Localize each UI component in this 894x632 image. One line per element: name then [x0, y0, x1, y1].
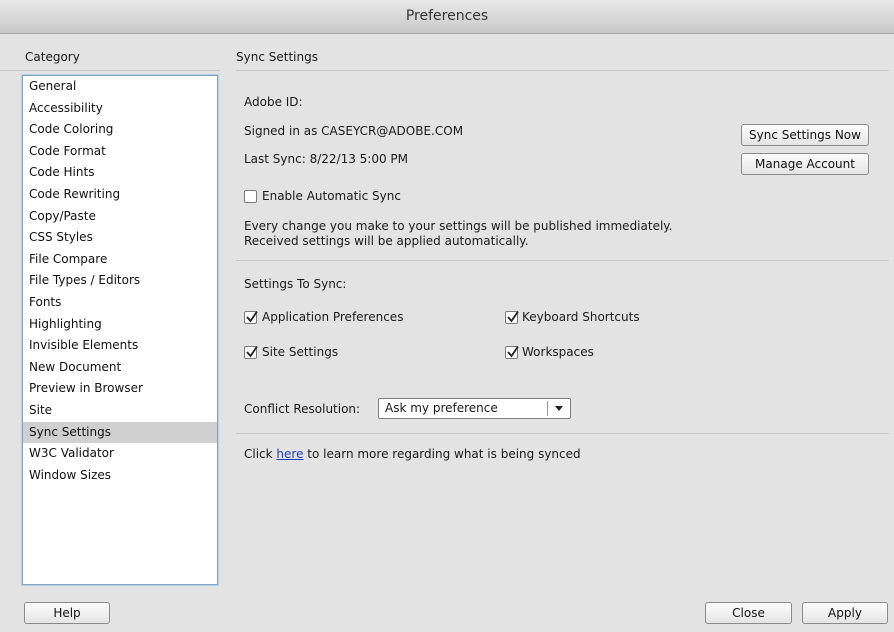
site-settings-checkbox[interactable]	[244, 345, 258, 359]
section-title: Sync Settings	[236, 50, 318, 64]
category-item-new-document[interactable]: New Document	[23, 357, 217, 379]
category-list[interactable]: General Accessibility Code Coloring Code…	[22, 75, 218, 585]
category-item-site[interactable]: Site	[23, 400, 217, 422]
conflict-resolution-select[interactable]: Ask my preference	[378, 398, 571, 419]
workspaces-checkbox[interactable]	[505, 345, 519, 359]
section-divider	[236, 70, 889, 71]
conflict-resolution-value: Ask my preference	[385, 401, 498, 415]
category-header: Category	[25, 50, 80, 64]
auto-sync-checkbox[interactable]	[244, 190, 257, 203]
category-item-invisible-elements[interactable]: Invisible Elements	[23, 335, 217, 357]
keyboard-shortcuts-label: Keyboard Shortcuts	[522, 310, 640, 324]
category-item-file-compare[interactable]: File Compare	[23, 249, 217, 271]
category-divider	[0, 70, 220, 71]
auto-sync-description-line1: Every change you make to your settings w…	[244, 219, 673, 233]
auto-sync-description-line2: Received settings will be applied automa…	[244, 234, 529, 248]
info-text: Click here to learn more regarding what …	[244, 447, 581, 461]
workspaces-label: Workspaces	[522, 345, 594, 359]
category-item-w3c-validator[interactable]: W3C Validator	[23, 443, 217, 465]
category-item-code-hints[interactable]: Code Hints	[23, 162, 217, 184]
category-item-general[interactable]: General	[23, 76, 217, 98]
checkmark-icon	[507, 345, 519, 358]
window-title: Preferences	[405, 8, 489, 24]
category-item-copy-paste[interactable]: Copy/Paste	[23, 206, 217, 228]
category-item-code-format[interactable]: Code Format	[23, 141, 217, 163]
app-prefs-checkbox[interactable]	[244, 310, 258, 324]
keyboard-shortcuts-checkbox[interactable]	[505, 310, 519, 324]
category-item-fonts[interactable]: Fonts	[23, 292, 217, 314]
auto-sync-label: Enable Automatic Sync	[262, 189, 401, 203]
category-item-file-types-editors[interactable]: File Types / Editors	[23, 270, 217, 292]
close-button[interactable]: Close	[705, 602, 792, 624]
dropdown-arrow-icon	[555, 406, 563, 411]
select-separator	[547, 401, 548, 416]
signed-in-text: Signed in as CASEYCR@ADOBE.COM	[244, 124, 464, 138]
title-bar[interactable]: Preferences	[0, 0, 894, 34]
preferences-window: Preferences Category Sync Settings Gener…	[0, 0, 894, 632]
settings-to-sync-label: Settings To Sync:	[244, 277, 347, 291]
info-suffix: to learn more regarding what is being sy…	[307, 447, 581, 461]
adobe-id-label: Adobe ID:	[244, 95, 303, 109]
apply-button[interactable]: Apply	[802, 602, 888, 624]
category-item-preview-in-browser[interactable]: Preview in Browser	[23, 378, 217, 400]
info-prefix: Click	[244, 447, 273, 461]
separator-bottom	[236, 433, 889, 434]
manage-account-button[interactable]: Manage Account	[741, 153, 869, 175]
site-settings-label: Site Settings	[262, 345, 339, 359]
help-button[interactable]: Help	[24, 602, 110, 624]
checkmark-icon	[246, 310, 258, 323]
separator-top	[236, 260, 889, 261]
category-item-css-styles[interactable]: CSS Styles	[23, 227, 217, 249]
category-item-sync-settings[interactable]: Sync Settings	[23, 421, 217, 444]
app-prefs-label: Application Preferences	[262, 310, 404, 324]
category-item-window-sizes[interactable]: Window Sizes	[23, 465, 217, 487]
category-item-accessibility[interactable]: Accessibility	[23, 98, 217, 120]
category-item-highlighting[interactable]: Highlighting	[23, 314, 217, 336]
conflict-resolution-label: Conflict Resolution:	[244, 402, 361, 416]
checkmark-icon	[246, 345, 258, 358]
sync-settings-now-button[interactable]: Sync Settings Now	[741, 124, 869, 146]
category-item-code-coloring[interactable]: Code Coloring	[23, 119, 217, 141]
last-sync-text: Last Sync: 8/22/13 5:00 PM	[244, 152, 409, 166]
learn-more-link[interactable]: here	[276, 447, 303, 461]
checkmark-icon	[507, 310, 519, 323]
category-item-code-rewriting[interactable]: Code Rewriting	[23, 184, 217, 206]
